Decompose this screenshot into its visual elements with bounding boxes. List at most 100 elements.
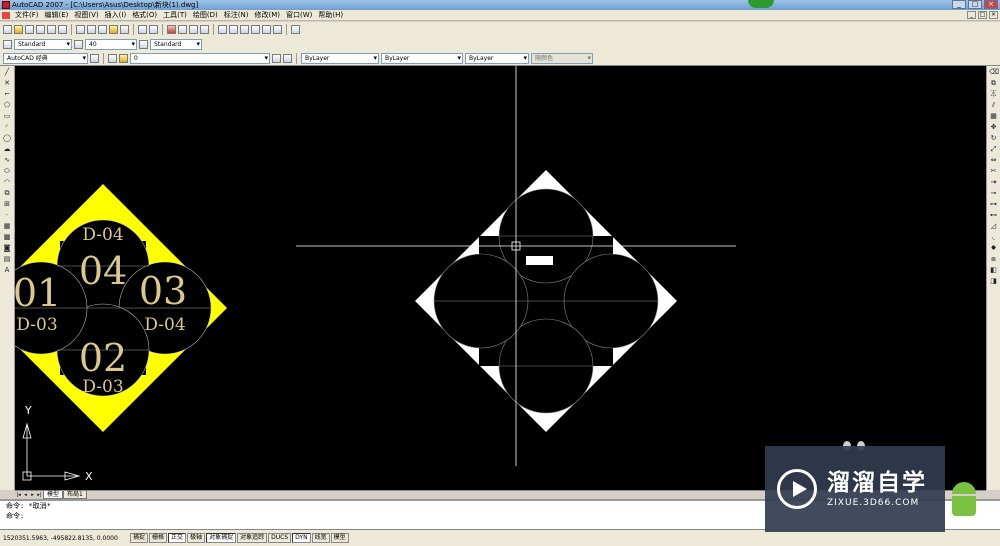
point-icon[interactable]: · bbox=[3, 211, 12, 220]
workspace-settings-icon[interactable] bbox=[90, 54, 99, 63]
markup-icon[interactable] bbox=[262, 25, 271, 34]
circle-icon[interactable]: ◯ bbox=[3, 134, 12, 143]
copy-icon[interactable] bbox=[87, 25, 96, 34]
spline-icon[interactable]: ∿ bbox=[3, 156, 12, 165]
layer-previous-icon[interactable] bbox=[283, 54, 292, 63]
break-icon[interactable]: ⊶ bbox=[989, 200, 998, 209]
ellipse-icon[interactable]: ⬭ bbox=[3, 167, 12, 176]
menu-help[interactable]: 帮助(H) bbox=[315, 10, 346, 20]
erase-icon[interactable]: ⌫ bbox=[989, 68, 999, 77]
make-block-icon[interactable]: ⊞ bbox=[3, 200, 12, 209]
tab-first-icon[interactable]: |◂ bbox=[15, 492, 22, 499]
scale-icon[interactable]: ⤢ bbox=[989, 145, 998, 154]
polar-toggle[interactable]: 极轴 bbox=[187, 533, 206, 543]
table-style-select[interactable]: Standard bbox=[150, 39, 202, 50]
zoom-previous-icon[interactable] bbox=[200, 25, 209, 34]
table-icon[interactable]: ▤ bbox=[3, 255, 12, 264]
ellipse-arc-icon[interactable]: ◠ bbox=[3, 178, 12, 187]
menu-view[interactable]: 视图(V) bbox=[71, 10, 101, 20]
minimize-button[interactable]: _ bbox=[952, 0, 966, 9]
join-icon[interactable]: ⊷ bbox=[989, 211, 998, 220]
mirror-icon[interactable]: ⏄ bbox=[989, 90, 998, 99]
help-icon[interactable] bbox=[291, 25, 300, 34]
region-icon[interactable]: ◙ bbox=[3, 244, 12, 253]
maximize-button[interactable]: □ bbox=[968, 0, 982, 9]
ducs-toggle[interactable]: DUCS bbox=[268, 533, 292, 543]
dimension-style-select[interactable]: 40 bbox=[85, 39, 137, 50]
tool-palettes-icon[interactable] bbox=[240, 25, 249, 34]
workspace-select[interactable]: AutoCAD 经典 bbox=[3, 53, 88, 64]
dyn-toggle[interactable]: DYN bbox=[292, 533, 311, 543]
arc-icon[interactable]: ◜ bbox=[3, 123, 12, 132]
menu-modify[interactable]: 修改(M) bbox=[251, 10, 283, 20]
snap-toggle[interactable]: 捕捉 bbox=[130, 533, 149, 543]
menu-draw[interactable]: 绘图(D) bbox=[190, 10, 221, 20]
polygon-icon[interactable]: ⬠ bbox=[3, 101, 12, 110]
extend-icon[interactable]: ⇥ bbox=[989, 178, 998, 187]
doc-minimize-button[interactable]: _ bbox=[967, 11, 976, 19]
layer-manager-icon[interactable] bbox=[108, 54, 117, 63]
menu-file[interactable]: 文件(F) bbox=[12, 10, 42, 20]
explode-icon[interactable]: ✸ bbox=[989, 244, 998, 253]
zoom-realtime-icon[interactable] bbox=[178, 25, 187, 34]
lineweight-toggle[interactable]: 线宽 bbox=[311, 533, 330, 543]
menu-edit[interactable]: 编辑(E) bbox=[42, 10, 72, 20]
new-file-icon[interactable] bbox=[3, 25, 12, 34]
tab-last-icon[interactable]: ▸| bbox=[36, 492, 43, 499]
menu-tools[interactable]: 工具(T) bbox=[160, 10, 190, 20]
color-select[interactable]: ByLayer bbox=[301, 53, 379, 64]
menu-format[interactable]: 格式(O) bbox=[129, 10, 160, 20]
hatch-icon[interactable]: ▦ bbox=[3, 222, 12, 231]
undo-icon[interactable] bbox=[138, 25, 147, 34]
print-icon[interactable] bbox=[36, 25, 45, 34]
drawing-canvas[interactable]: D-04 04 01 D-03 03 D-04 02 D-03 Y X bbox=[0, 66, 986, 490]
block-editor-icon[interactable] bbox=[120, 25, 129, 34]
bring-front-icon[interactable]: ◧ bbox=[989, 266, 998, 275]
paste-icon[interactable] bbox=[98, 25, 107, 34]
open-file-icon[interactable] bbox=[14, 25, 23, 34]
stretch-icon[interactable]: ⇔ bbox=[989, 156, 998, 165]
save-icon[interactable] bbox=[25, 25, 34, 34]
revision-cloud-icon[interactable]: ☁ bbox=[3, 145, 12, 154]
tab-prev-icon[interactable]: ◂ bbox=[22, 492, 29, 499]
pan-icon[interactable] bbox=[167, 25, 176, 34]
model-toggle[interactable]: 模型 bbox=[330, 533, 349, 543]
menu-dimension[interactable]: 标注(N) bbox=[221, 10, 252, 20]
multiline-text-icon[interactable]: A bbox=[3, 266, 12, 275]
insert-block-icon[interactable]: ⧉ bbox=[3, 189, 12, 198]
cut-icon[interactable] bbox=[76, 25, 85, 34]
dynamic-input-box[interactable] bbox=[526, 256, 553, 265]
gradient-icon[interactable]: ▩ bbox=[3, 233, 12, 242]
trim-icon[interactable]: ✂ bbox=[989, 167, 998, 176]
publish-icon[interactable] bbox=[58, 25, 67, 34]
doc-close-button[interactable]: × bbox=[989, 11, 998, 19]
fillet-icon[interactable]: ◟ bbox=[989, 233, 998, 242]
draworder-icon[interactable]: ⧈ bbox=[989, 255, 998, 264]
zoom-window-icon[interactable] bbox=[189, 25, 198, 34]
move-icon[interactable]: ✥ bbox=[989, 123, 998, 132]
layer-select[interactable]: 0 bbox=[130, 53, 270, 64]
copy-object-icon[interactable]: ⧉ bbox=[989, 79, 998, 88]
rotate-icon[interactable]: ↻ bbox=[989, 134, 998, 143]
text-style-select[interactable]: Standard bbox=[14, 39, 72, 50]
rectangle-icon[interactable]: ▭ bbox=[3, 112, 12, 121]
tab-next-icon[interactable]: ▸ bbox=[29, 492, 36, 499]
menu-insert[interactable]: 插入(I) bbox=[102, 10, 130, 20]
polyline-icon[interactable]: ⌐ bbox=[3, 90, 12, 99]
line-icon[interactable]: ╱ bbox=[3, 68, 12, 77]
offset-icon[interactable]: ⫽ bbox=[989, 101, 998, 110]
lineweight-select[interactable]: ByLayer bbox=[465, 53, 529, 64]
chamfer-icon[interactable]: ◿ bbox=[989, 222, 998, 231]
print-preview-icon[interactable] bbox=[47, 25, 56, 34]
tab-layout1[interactable]: 布局1 bbox=[63, 491, 87, 499]
array-icon[interactable]: ▦ bbox=[989, 112, 998, 121]
design-center-icon[interactable] bbox=[229, 25, 238, 34]
grid-toggle[interactable]: 栅格 bbox=[149, 533, 168, 543]
osnap-toggle[interactable]: 对象捕捉 bbox=[206, 533, 237, 543]
break-at-point-icon[interactable]: ⊸ bbox=[989, 189, 998, 198]
linetype-select[interactable]: ByLayer bbox=[381, 53, 463, 64]
otrack-toggle[interactable]: 对象追踪 bbox=[237, 533, 268, 543]
send-back-icon[interactable]: ◨ bbox=[989, 277, 998, 286]
make-current-layer-icon[interactable] bbox=[272, 54, 281, 63]
construction-line-icon[interactable]: ✕ bbox=[3, 79, 12, 88]
